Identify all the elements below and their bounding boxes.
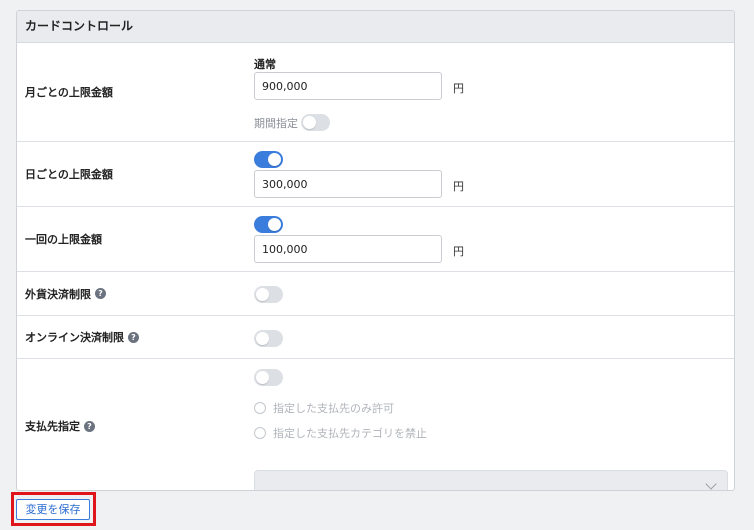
monthly-limit-label: 月ごとの上限金額 [25, 86, 113, 99]
payee-label: 支払先指定 ? [25, 418, 95, 434]
foreign-currency-row: 外貨決済制限 ? [17, 272, 734, 316]
help-icon[interactable]: ? [95, 288, 106, 299]
monthly-unit: 円 [453, 82, 464, 95]
per-transaction-unit: 円 [453, 245, 464, 258]
online-payment-toggle[interactable] [254, 330, 283, 347]
monthly-limit-row: 月ごとの上限金額 通常 円 期間指定 [17, 43, 734, 142]
daily-limit-label: 日ごとの上限金額 [25, 168, 113, 181]
toggle-knob [268, 218, 281, 231]
save-button[interactable]: 変更を保存 [16, 499, 90, 520]
toggle-knob [303, 116, 316, 129]
monthly-normal-label: 通常 [254, 58, 276, 71]
per-transaction-limit-row: 一回の上限金額 円 [17, 207, 734, 272]
online-payment-label: オンライン決済制限 ? [25, 329, 139, 345]
payee-row: 支払先指定 ? 指定した支払先のみ許可 指定した支払先カテゴリを禁止 [17, 359, 734, 490]
chevron-down-icon [705, 478, 717, 490]
per-transaction-limit-toggle[interactable] [254, 216, 283, 233]
online-payment-row: オンライン決済制限 ? [17, 316, 734, 359]
monthly-limit-input[interactable] [254, 72, 442, 100]
payee-toggle[interactable] [254, 369, 283, 386]
daily-limit-input[interactable] [254, 170, 442, 198]
radio-button[interactable] [254, 402, 266, 414]
toggle-knob [256, 371, 269, 384]
per-transaction-limit-input[interactable] [254, 235, 442, 263]
toggle-knob [256, 332, 269, 345]
help-icon[interactable]: ? [84, 420, 95, 432]
daily-limit-toggle[interactable] [254, 151, 283, 168]
daily-unit: 円 [453, 180, 464, 193]
foreign-currency-label: 外貨決済制限 ? [25, 286, 106, 302]
payee-select[interactable] [254, 470, 728, 490]
period-toggle[interactable] [301, 114, 330, 131]
per-transaction-limit-label: 一回の上限金額 [25, 233, 102, 246]
toggle-knob [268, 153, 281, 166]
payee-option-block-category[interactable]: 指定した支払先カテゴリを禁止 [254, 425, 427, 441]
help-icon[interactable]: ? [128, 331, 139, 343]
radio-button[interactable] [254, 427, 266, 439]
daily-limit-row: 日ごとの上限金額 円 [17, 142, 734, 207]
toggle-knob [256, 288, 269, 301]
period-label: 期間指定 [254, 116, 298, 130]
card-control-panel: カードコントロール 月ごとの上限金額 通常 円 期間指定 日ごとの上限金額 円 [16, 10, 735, 491]
panel-title: カードコントロール [17, 11, 734, 43]
payee-option-allow[interactable]: 指定した支払先のみ許可 [254, 400, 394, 416]
period-setting: 期間指定 [254, 114, 330, 131]
foreign-currency-toggle[interactable] [254, 286, 283, 303]
